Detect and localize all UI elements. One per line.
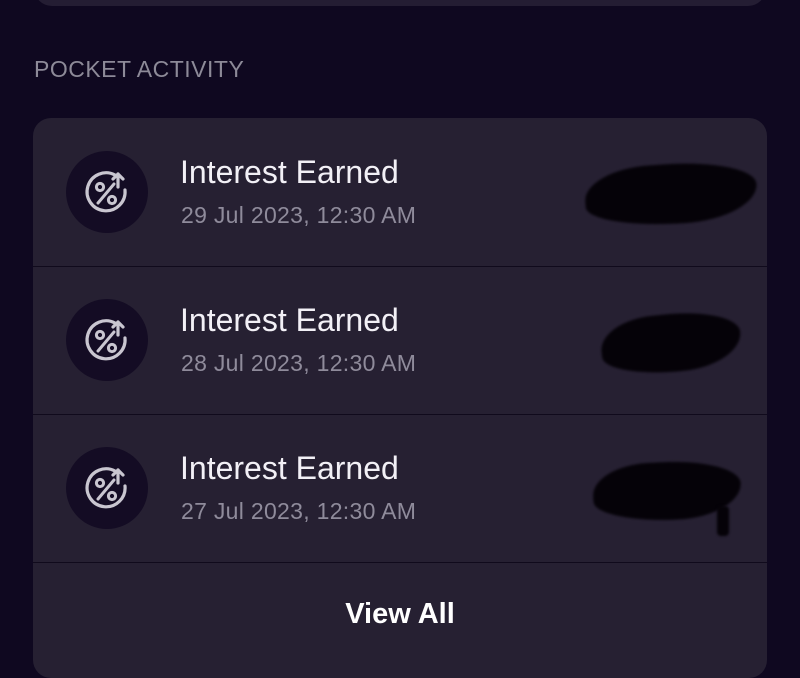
activity-row-1[interactable]: Interest Earned 29 Jul 2023, 12:30 AM [33, 118, 767, 267]
activity-row-2[interactable]: Interest Earned 28 Jul 2023, 12:30 AM [33, 266, 767, 415]
activity-title: Interest Earned [180, 302, 399, 338]
section-title: POCKET ACTIVITY [34, 56, 245, 82]
activity-date: 29 Jul 2023, 12:30 AM [181, 202, 417, 228]
previous-card-edge [34, 0, 766, 6]
interest-percent-icon [66, 299, 148, 381]
interest-percent-icon [66, 151, 148, 233]
view-all-button[interactable]: View All [33, 564, 767, 664]
redacted-amount [598, 306, 744, 380]
activity-date: 28 Jul 2023, 12:30 AM [181, 350, 417, 376]
activity-title: Interest Earned [180, 154, 399, 190]
activity-date: 27 Jul 2023, 12:30 AM [181, 498, 417, 524]
interest-percent-icon [66, 447, 148, 529]
activity-row-3[interactable]: Interest Earned 27 Jul 2023, 12:30 AM [33, 414, 767, 563]
activity-title: Interest Earned [180, 450, 399, 486]
redacted-amount [583, 158, 759, 230]
pocket-activity-card: Interest Earned 29 Jul 2023, 12:30 AM In… [33, 118, 767, 678]
redacted-amount-tail [717, 506, 729, 536]
